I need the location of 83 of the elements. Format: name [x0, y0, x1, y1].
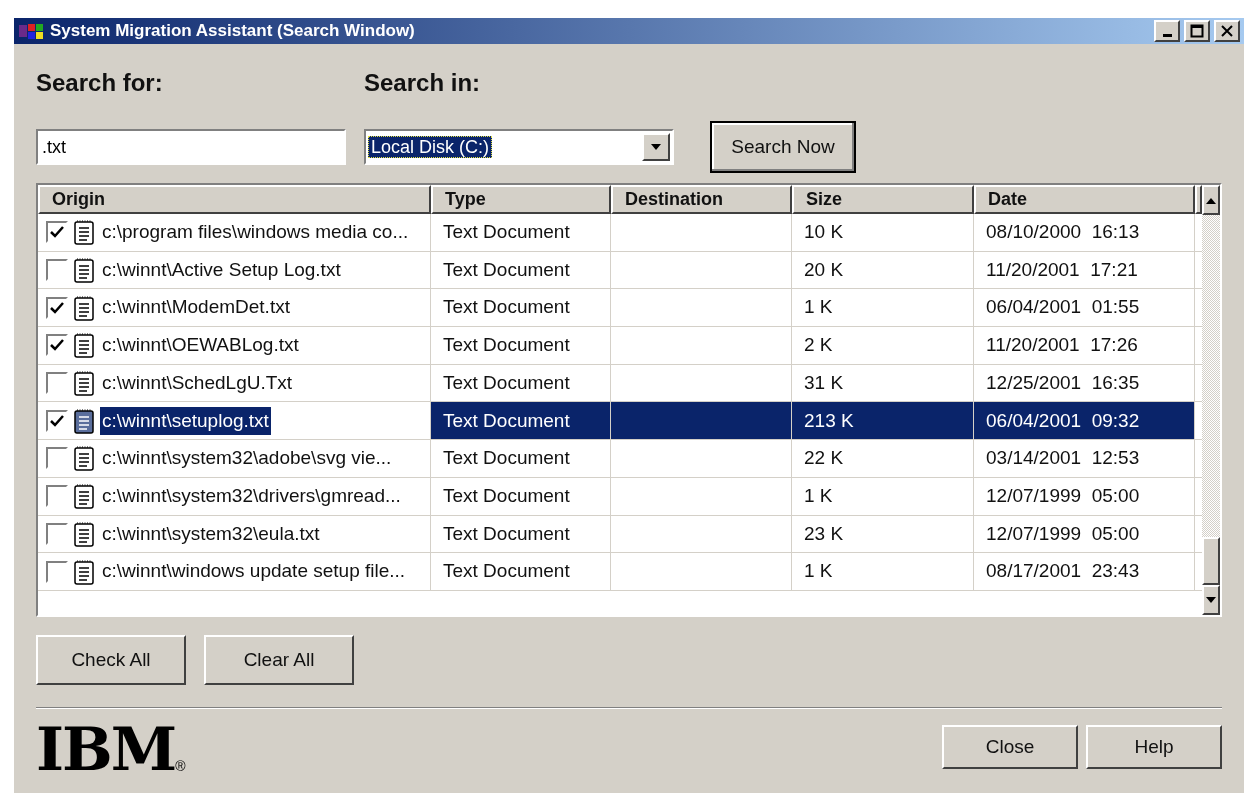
document-icon — [74, 294, 94, 321]
document-icon — [74, 257, 94, 284]
table-cell[interactable]: c:\winnt\system32\drivers\gmread... — [100, 481, 403, 511]
table-cell: Text Document — [431, 402, 611, 440]
column-header[interactable]: Type — [431, 185, 611, 214]
table-cell[interactable]: c:\winnt\windows update setup file... — [100, 557, 408, 586]
document-icon — [74, 370, 94, 397]
table-cell: 06/04/2001 09:32 — [974, 402, 1195, 440]
scroll-thumb[interactable] — [1202, 537, 1220, 585]
table-cell: 08/17/2001 23:43 — [974, 553, 1195, 590]
table-cell: 1 K — [792, 289, 974, 327]
checkmark-icon — [50, 226, 64, 239]
help-button[interactable]: Help — [1086, 725, 1222, 769]
document-icon — [74, 407, 94, 434]
table-cell[interactable]: c:\winnt\system32\eula.txt — [100, 519, 322, 549]
table-cell[interactable]: c:\winnt\setuplog.txt — [100, 406, 271, 436]
close-button[interactable]: Close — [942, 725, 1078, 769]
checkmark-icon — [50, 414, 64, 427]
table-cell: 03/14/2001 12:53 — [974, 440, 1195, 477]
document-icon — [74, 558, 94, 585]
table-cell: 12/07/1999 05:00 — [974, 477, 1195, 515]
registered-mark: ® — [175, 758, 186, 776]
table-cell: Text Document — [431, 214, 611, 251]
table-cell: 11/20/2001 17:21 — [974, 251, 1195, 289]
minimize-icon — [1162, 33, 1172, 37]
table-cell: 12/07/1999 05:00 — [974, 515, 1195, 553]
table-cell: 23 K — [792, 515, 974, 553]
table-cell: 06/04/2001 01:55 — [974, 289, 1195, 327]
table-cell[interactable]: c:\winnt\system32\adobe\svg vie... — [100, 444, 394, 473]
clear-all-button[interactable]: Clear All — [204, 635, 354, 685]
document-icon — [74, 483, 94, 510]
table-cell: 1 K — [792, 553, 974, 590]
table-cell: 22 K — [792, 440, 974, 477]
document-icon — [74, 332, 94, 359]
table-cell[interactable]: c:\winnt\ModemDet.txt — [100, 293, 292, 322]
column-header[interactable]: Date — [974, 185, 1195, 214]
column-header[interactable]: Origin — [38, 185, 431, 214]
scroll-up-icon — [1205, 196, 1217, 204]
column-header[interactable]: Size — [792, 185, 974, 214]
table-cell: Text Document — [431, 364, 611, 402]
close-icon — [1220, 24, 1234, 38]
maximize-button[interactable] — [1184, 20, 1210, 42]
table-cell: 213 K — [792, 402, 974, 440]
scrollbar[interactable] — [1202, 185, 1220, 615]
table-cell: 08/10/2000 16:13 — [974, 214, 1195, 251]
table-cell: 1 K — [792, 477, 974, 515]
table-cell[interactable]: c:\winnt\Active Setup Log.txt — [100, 255, 343, 285]
check-all-button[interactable]: Check All — [36, 635, 186, 685]
table-cell: Text Document — [431, 327, 611, 364]
table-cell: Text Document — [431, 515, 611, 553]
search-for-label: Search for: — [36, 68, 164, 98]
table-cell: Text Document — [431, 553, 611, 590]
table-cell[interactable]: c:\program files\windows media co... — [100, 218, 411, 247]
table-cell: 10 K — [792, 214, 974, 251]
minimize-button[interactable] — [1154, 20, 1180, 42]
column-header[interactable]: Destination — [611, 185, 792, 214]
table-cell: 2 K — [792, 327, 974, 364]
search-now-button[interactable]: Search Now — [710, 121, 856, 173]
checkmark-icon — [50, 339, 64, 352]
table-cell: 20 K — [792, 251, 974, 289]
maximize-icon — [1190, 24, 1204, 38]
table-cell[interactable]: c:\winnt\OEWABLog.txt — [100, 331, 301, 360]
table-cell: 12/25/2001 16:35 — [974, 364, 1195, 402]
window-title: System Migration Assistant (Search Window) — [50, 20, 415, 43]
search-in-label: Search in: — [364, 68, 481, 98]
close-button[interactable] — [1214, 20, 1240, 42]
caret-icon — [650, 143, 662, 151]
document-icon — [74, 219, 94, 246]
table-cell: Text Document — [431, 440, 611, 477]
document-icon — [74, 445, 94, 472]
search-field[interactable]: .txt — [36, 129, 346, 165]
table-cell: Text Document — [431, 289, 611, 327]
ibm-logo: IBM — [36, 719, 176, 779]
table-cell: 11/20/2001 17:26 — [974, 327, 1195, 364]
app-icon — [18, 22, 46, 40]
checkmark-icon — [50, 301, 64, 314]
location-dropdown[interactable]: Local Disk (C:) — [364, 129, 674, 165]
table-cell: Text Document — [431, 477, 611, 515]
table-cell: 31 K — [792, 364, 974, 402]
scroll-down-icon — [1205, 596, 1217, 604]
table-cell: Text Document — [431, 251, 611, 289]
table-cell[interactable]: c:\winnt\SchedLgU.Txt — [100, 368, 295, 398]
document-icon — [74, 520, 94, 547]
